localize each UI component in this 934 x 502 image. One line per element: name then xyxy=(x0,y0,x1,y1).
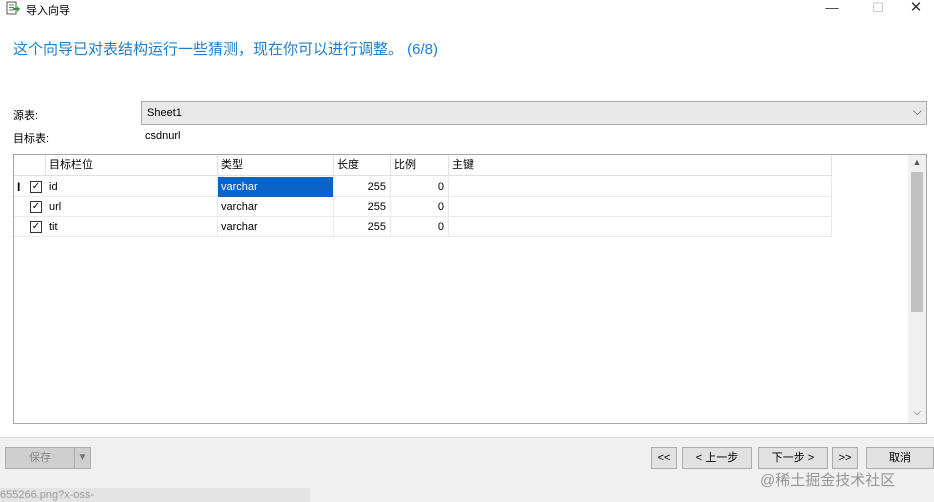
vertical-scrollbar[interactable]: ▲ ⌵ xyxy=(908,155,926,423)
window-title: 导入向导 xyxy=(26,5,70,17)
source-table-select[interactable]: Sheet1 ⌵ xyxy=(141,101,927,125)
close-icon[interactable]: ✕ xyxy=(894,0,934,18)
watermark: @稀土掘金技术社区 xyxy=(760,472,896,489)
title-bar: 导入向导 — ☐ ✕ xyxy=(0,0,934,18)
scroll-down-icon[interactable]: ⌵ xyxy=(908,407,926,421)
source-table-label: 源表: xyxy=(13,110,39,122)
field-name-cell[interactable]: url xyxy=(46,197,218,217)
scale-cell[interactable]: 0 xyxy=(391,197,449,217)
type-cell[interactable]: varchar xyxy=(218,197,334,217)
previous-step-button[interactable]: < 上一步 xyxy=(682,447,752,469)
next-step-button[interactable]: 下一步 > xyxy=(758,447,828,469)
column-header-scale[interactable]: 比例 xyxy=(391,155,449,176)
save-button[interactable]: 保存 xyxy=(5,447,75,469)
source-table-value: Sheet1 xyxy=(147,107,182,119)
chevron-down-icon: ⌵ xyxy=(912,104,922,118)
primary-key-cell[interactable] xyxy=(449,217,832,237)
save-dropdown-icon[interactable]: ▼ xyxy=(74,447,91,469)
length-cell[interactable]: 255 xyxy=(334,177,391,197)
target-table-label: 目标表: xyxy=(13,133,50,145)
scroll-up-icon[interactable]: ▲ xyxy=(908,157,926,171)
scrollbar-thumb[interactable] xyxy=(911,172,923,312)
table-row[interactable]: ✓ url varchar 255 0 xyxy=(14,197,832,217)
column-header-primary-key[interactable]: 主键 xyxy=(449,155,832,176)
field-name-cell[interactable]: id xyxy=(46,177,218,197)
scale-cell[interactable]: 0 xyxy=(391,217,449,237)
scale-cell[interactable]: 0 xyxy=(391,177,449,197)
row-include-checkbox[interactable]: ✓ xyxy=(30,221,42,233)
target-table-value: csdnurl xyxy=(145,130,181,142)
field-mapping-grid[interactable]: 目标栏位 类型 长度 比例 主键 I ✓ id varchar 255 0 ✓ … xyxy=(13,154,927,424)
table-row[interactable]: ✓ tit varchar 255 0 xyxy=(14,217,832,237)
column-header-length[interactable]: 长度 xyxy=(334,155,391,176)
column-header-field[interactable]: 目标栏位 xyxy=(46,155,218,176)
row-include-checkbox[interactable]: ✓ xyxy=(30,181,42,193)
type-cell[interactable]: varchar xyxy=(218,177,334,197)
grid-header: 目标栏位 类型 长度 比例 主键 xyxy=(14,155,832,176)
primary-key-cell[interactable] xyxy=(449,177,832,197)
field-name-cell[interactable]: tit xyxy=(46,217,218,237)
length-cell[interactable]: 255 xyxy=(334,197,391,217)
background-window-text: 655266.png?x-oss- xyxy=(0,489,95,501)
primary-key-cell[interactable] xyxy=(449,197,832,217)
table-row[interactable]: I ✓ id varchar 255 0 xyxy=(14,177,832,197)
length-cell[interactable]: 255 xyxy=(334,217,391,237)
first-step-button[interactable]: << xyxy=(651,447,677,469)
cancel-button[interactable]: 取消 xyxy=(866,447,934,469)
type-cell[interactable]: varchar xyxy=(218,217,334,237)
column-header-type[interactable]: 类型 xyxy=(218,155,334,176)
minimize-icon[interactable]: — xyxy=(810,0,854,18)
row-include-checkbox[interactable]: ✓ xyxy=(30,201,42,213)
import-wizard-icon xyxy=(6,1,20,15)
wizard-step-headline: 这个向导已对表结构运行一些猜测，现在你可以进行调整。 (6/8) xyxy=(13,41,439,58)
header-spacer xyxy=(14,155,46,176)
last-step-button[interactable]: >> xyxy=(832,447,858,469)
text-cursor-icon: I xyxy=(17,180,21,194)
